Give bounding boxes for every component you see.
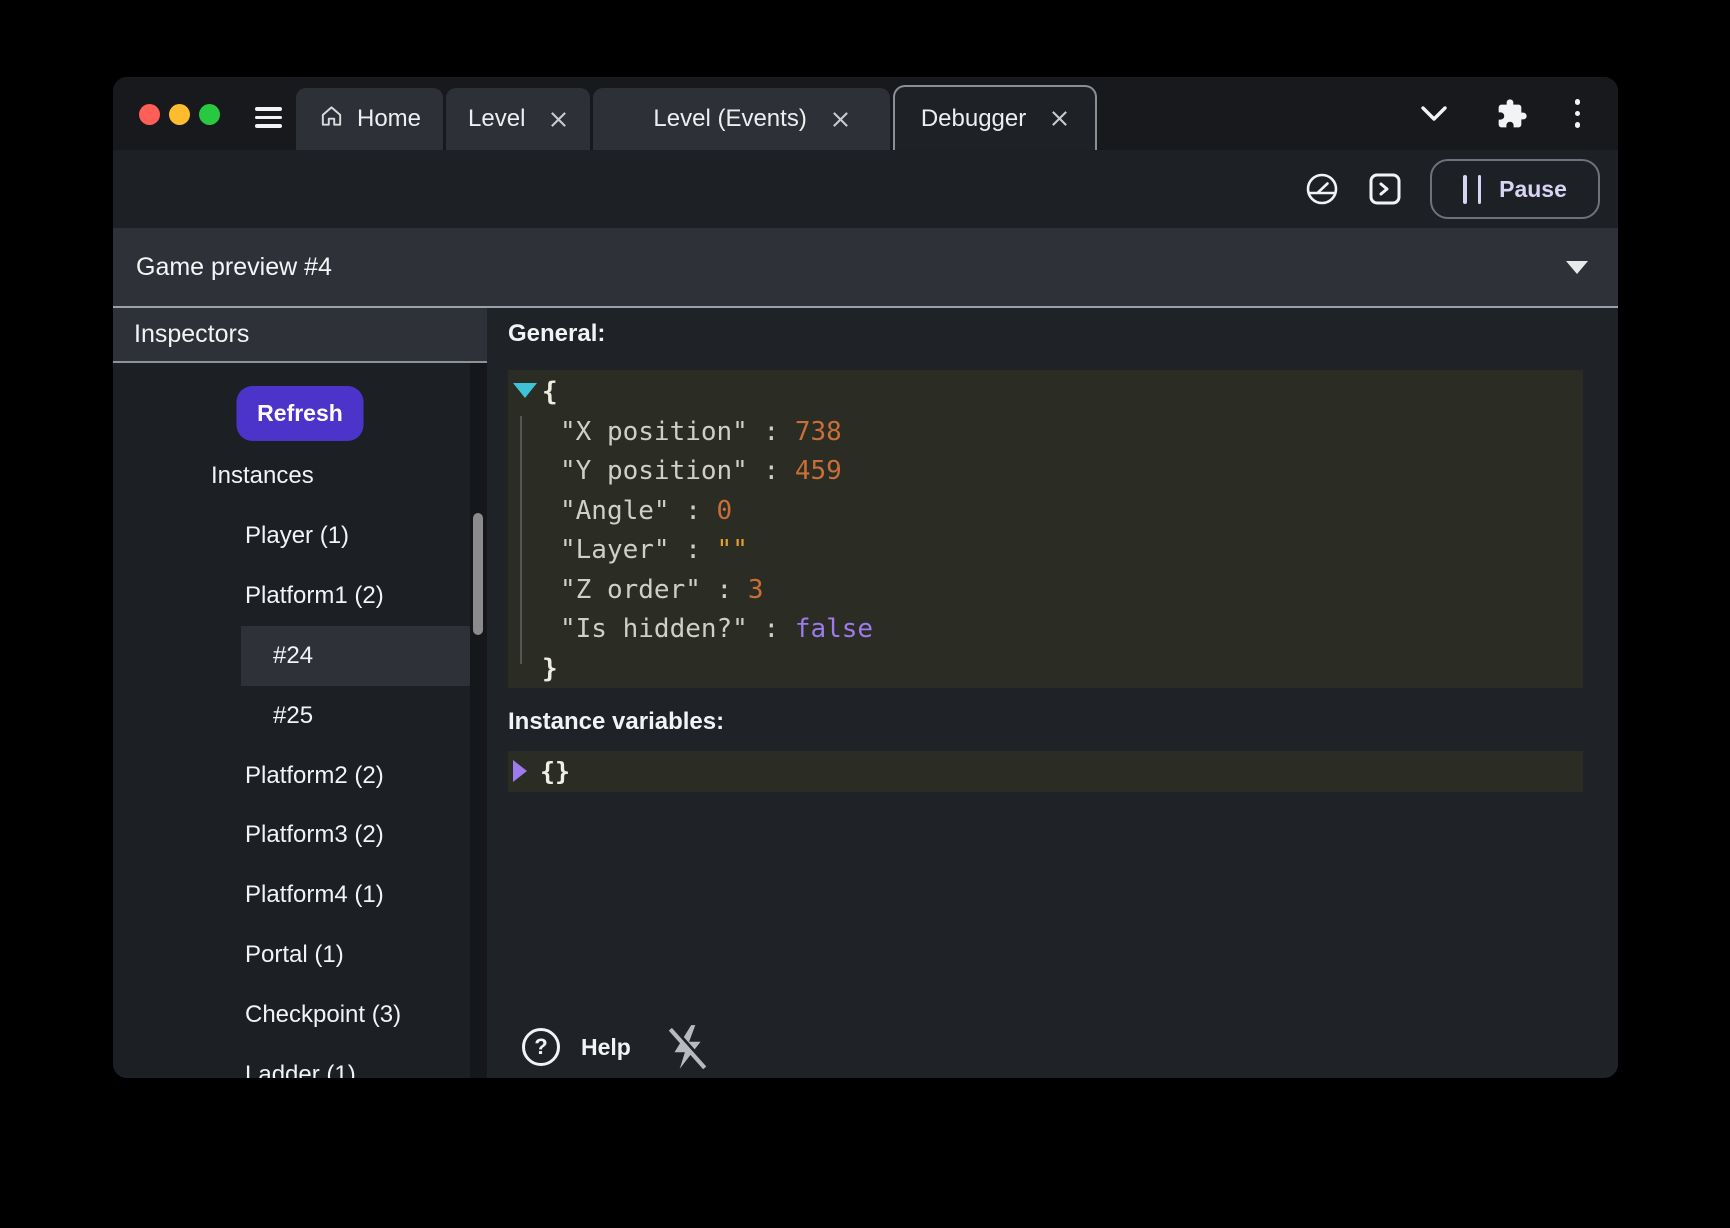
- pause-label: Pause: [1499, 176, 1567, 203]
- tree-item-label: Instances: [211, 462, 314, 490]
- json-key: "Y position" :: [560, 456, 795, 486]
- more-options-icon[interactable]: [1575, 99, 1581, 128]
- tab-level-events[interactable]: Level (Events): [593, 88, 889, 150]
- console-icon[interactable]: [1368, 172, 1402, 206]
- json-value: false: [795, 614, 873, 644]
- tab-bar: Home Level Level (Events) Debugger: [113, 77, 1618, 150]
- json-value: 738: [795, 417, 842, 447]
- json-row: "X position" : 738: [508, 413, 1583, 453]
- debugger-body: Inspectors Refresh Instances Player (1) Pl…: [113, 308, 1618, 1078]
- game-preview-title: Game preview #4: [136, 253, 332, 282]
- tree-item-label: Ladder (1): [245, 1061, 356, 1078]
- json-key: "Is hidden?" :: [560, 614, 795, 644]
- tree-item-player-1[interactable]: Player (1): [113, 506, 470, 566]
- tree-item-label: Checkpoint (3): [245, 1001, 401, 1029]
- json-row: "Layer" : "": [508, 531, 1583, 571]
- tree-item-label: Platform3 (2): [245, 821, 384, 849]
- tree-item-ladder-1[interactable]: Ladder (1): [113, 1045, 470, 1078]
- expander-closed-icon[interactable]: [513, 760, 527, 782]
- help-label[interactable]: Help: [581, 1034, 631, 1061]
- close-window-button[interactable]: [139, 104, 160, 125]
- profiler-gauge-icon[interactable]: [1304, 171, 1340, 207]
- json-key: "Angle" :: [560, 496, 717, 526]
- tree-item-25[interactable]: #25: [113, 686, 470, 746]
- tree-item-label: #25: [273, 702, 313, 730]
- json-row: "Is hidden?" : false: [508, 610, 1583, 650]
- chevron-down-icon[interactable]: [1419, 103, 1449, 125]
- help-icon[interactable]: ?: [522, 1028, 560, 1066]
- app-window: Home Level Level (Events) Debugger: [113, 77, 1618, 1078]
- json-value: 0: [717, 496, 733, 526]
- tree-item-label: #24: [273, 642, 313, 670]
- tree-item-platform1-2[interactable]: Platform1 (2): [113, 566, 470, 626]
- home-icon: [318, 103, 343, 136]
- general-section-title: General:: [508, 320, 605, 348]
- tree-item-instances[interactable]: Instances: [113, 446, 470, 506]
- sidebar-scrollbar[interactable]: [470, 363, 487, 1078]
- tree-item-24[interactable]: #24: [241, 626, 470, 686]
- traffic-lights: [139, 104, 220, 125]
- instance-variables-view: {}: [508, 751, 1583, 792]
- tree-item-platform2-2[interactable]: Platform2 (2): [113, 746, 470, 806]
- json-value: "": [717, 535, 748, 565]
- json-key: "Layer" :: [560, 535, 717, 565]
- inspectors-tree: Refresh Instances Player (1) Platform1 (2)…: [113, 363, 487, 1078]
- json-close-brace: }: [508, 650, 1583, 690]
- debugger-toolbar: Pause: [113, 150, 1618, 228]
- tree-item-portal-1[interactable]: Portal (1): [113, 925, 470, 985]
- help-row: ? Help: [522, 1022, 710, 1072]
- tab-debugger[interactable]: Debugger: [893, 85, 1097, 150]
- json-value: 459: [795, 456, 842, 486]
- menu-icon[interactable]: [255, 107, 282, 128]
- json-row: "Angle" : 0: [508, 492, 1583, 532]
- close-icon[interactable]: [1050, 109, 1069, 128]
- inspectors-header: Inspectors: [113, 308, 487, 363]
- indent-guide: [520, 416, 522, 664]
- flash-off-icon[interactable]: [664, 1022, 710, 1072]
- json-value: 3: [748, 575, 764, 605]
- pause-button[interactable]: Pause: [1430, 159, 1600, 219]
- tree-item-label: Portal (1): [245, 941, 344, 969]
- json-open-brace: {: [508, 373, 1583, 413]
- dropdown-caret-icon[interactable]: [1566, 261, 1588, 274]
- tab-label: Home: [357, 105, 421, 133]
- general-json-view: {"X position" : 738"Y position" : 459"An…: [508, 370, 1583, 688]
- inspectors-sidebar: Inspectors Refresh Instances Player (1) Pl…: [113, 308, 487, 1078]
- tree-item-label: Player (1): [245, 522, 349, 550]
- tab-label: Level: [468, 105, 525, 133]
- extensions-puzzle-icon[interactable]: [1496, 98, 1528, 130]
- json-row: "Z order" : 3: [508, 571, 1583, 611]
- maximize-window-button[interactable]: [199, 104, 220, 125]
- instance-variables-value: {}: [540, 757, 570, 786]
- inspector-detail-panel: General: {"X position" : 738"Y position"…: [487, 308, 1618, 1078]
- refresh-button[interactable]: Refresh: [237, 386, 364, 441]
- tabs: Home Level Level (Events) Debugger: [296, 77, 1097, 150]
- tree-item-label: Platform2 (2): [245, 762, 384, 790]
- pause-icon: [1463, 175, 1481, 204]
- minimize-window-button[interactable]: [169, 104, 190, 125]
- tree-item-label: Platform1 (2): [245, 582, 384, 610]
- tree-item-platform4-1[interactable]: Platform4 (1): [113, 865, 470, 925]
- json-key: "X position" :: [560, 417, 795, 447]
- game-preview-selector[interactable]: Game preview #4: [113, 228, 1618, 308]
- tree-item-checkpoint-3[interactable]: Checkpoint (3): [113, 985, 470, 1045]
- tab-label: Debugger: [921, 105, 1026, 133]
- close-icon[interactable]: [831, 110, 850, 129]
- tab-home[interactable]: Home: [296, 88, 443, 150]
- close-icon[interactable]: [549, 110, 568, 129]
- instance-variables-title: Instance variables:: [508, 708, 724, 736]
- json-key: "Z order" :: [560, 575, 748, 605]
- tab-level[interactable]: Level: [446, 88, 590, 150]
- tab-label: Level (Events): [653, 105, 806, 133]
- tree-item-platform3-2[interactable]: Platform3 (2): [113, 805, 470, 865]
- topbar-actions: [1419, 77, 1619, 150]
- tree-item-label: Platform4 (1): [245, 881, 384, 909]
- expander-open-icon[interactable]: [513, 383, 537, 398]
- scrollbar-thumb[interactable]: [473, 513, 483, 635]
- json-row: "Y position" : 459: [508, 452, 1583, 492]
